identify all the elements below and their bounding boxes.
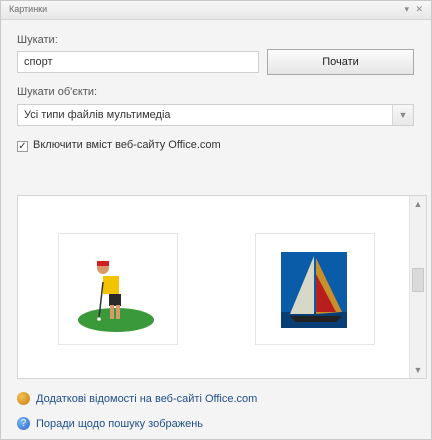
pane-title: Картинки <box>9 4 48 14</box>
office-content-checkbox[interactable]: ✓ <box>17 141 28 152</box>
media-type-value: Усі типи файлів мультимедіа <box>24 109 171 121</box>
help-icon: ? <box>17 417 30 430</box>
scrollbar-thumb[interactable] <box>412 268 424 292</box>
search-tips-link[interactable]: ? Поради щодо пошуку зображень <box>17 417 203 430</box>
more-info-link-label: Додаткові відомості на веб-сайті Office.… <box>36 392 258 405</box>
pane-controls[interactable]: ▾ ✕ <box>404 4 425 15</box>
filter-label: Шукати об'єкти: <box>17 86 98 98</box>
search-input[interactable]: спорт <box>17 51 259 73</box>
search-label: Шукати: <box>17 34 58 46</box>
pane-titlebar: Картинки ▾ ✕ <box>1 1 431 20</box>
golfer-image <box>78 261 154 332</box>
clip-art-pane: Картинки ▾ ✕ Шукати: спорт Почати Шукати… <box>0 0 432 440</box>
chevron-up-icon[interactable]: ▲ <box>410 196 426 212</box>
more-info-link[interactable]: Додаткові відомості на веб-сайті Office.… <box>17 392 257 405</box>
office-globe-icon <box>17 392 30 405</box>
result-item-golfer[interactable] <box>58 233 178 345</box>
result-item-sailboat[interactable] <box>255 233 375 345</box>
search-tips-link-label: Поради щодо пошуку зображень <box>36 417 204 430</box>
results-scrollbar[interactable]: ▲ ▼ <box>409 196 426 378</box>
chevron-down-icon[interactable]: ▼ <box>392 105 413 125</box>
chevron-down-icon[interactable]: ▼ <box>410 362 426 378</box>
media-type-select[interactable]: Усі типи файлів мультимедіа ▼ <box>17 104 414 126</box>
results-panel: ▲ ▼ <box>17 195 427 379</box>
sailboat-image <box>281 252 347 328</box>
office-content-label: Включити вміст веб-сайту Office.com <box>33 139 221 151</box>
go-button[interactable]: Почати <box>267 49 414 75</box>
